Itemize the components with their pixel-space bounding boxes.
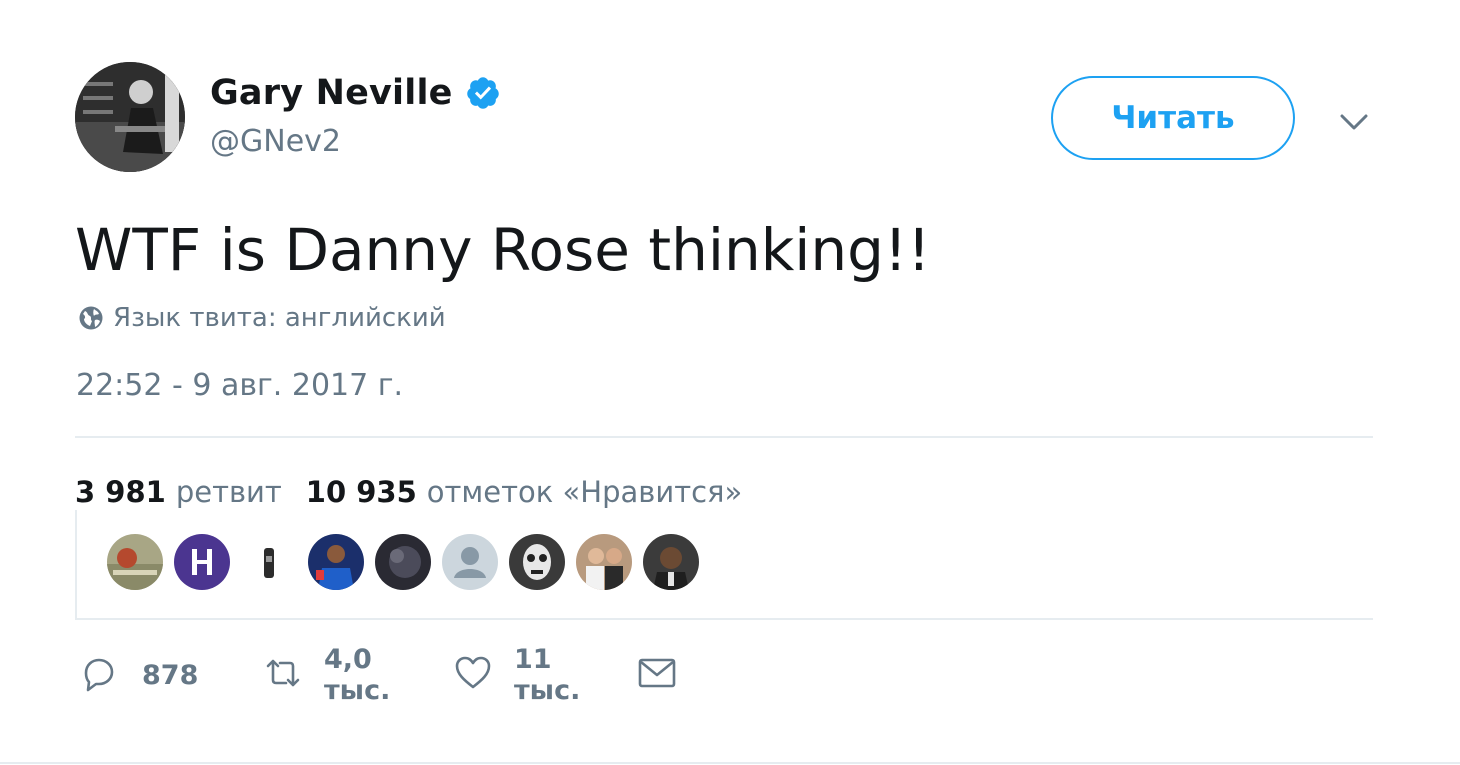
follow-button[interactable]: Читать — [1051, 76, 1295, 160]
author-name-line[interactable]: Gary Neville — [210, 70, 501, 116]
liker-avatar[interactable] — [375, 534, 431, 590]
liker-avatar[interactable] — [643, 534, 699, 590]
verified-badge-icon — [465, 75, 501, 111]
bottom-divider — [0, 762, 1460, 764]
heart-icon — [452, 652, 494, 698]
retweet-icon — [262, 652, 304, 698]
liker-avatar[interactable] — [308, 534, 364, 590]
tweet-stats: 3 981 ретвит 10 935 отметок «Нравится» — [75, 470, 742, 514]
liked-by-avatars — [75, 510, 1373, 620]
tweet-card: Gary Neville @GNev2 Читать WTF is Danny … — [0, 0, 1460, 765]
likes-stat[interactable]: 10 935 отметок «Нравится» — [306, 475, 742, 509]
liker-avatar[interactable] — [576, 534, 632, 590]
tweet-language: Язык твита: английский — [78, 300, 446, 336]
reply-icon — [78, 652, 120, 698]
reply-count: 878 — [142, 659, 199, 691]
liker-avatar[interactable] — [107, 534, 163, 590]
tweet-language-label: Язык твита: английский — [113, 303, 446, 333]
likes-label: отметок «Нравится» — [426, 475, 743, 509]
liker-avatar[interactable] — [241, 534, 297, 590]
tweet-text: WTF is Danny Rose thinking!! — [75, 216, 931, 284]
envelope-icon — [636, 652, 678, 698]
divider — [75, 436, 1373, 438]
retweets-stat[interactable]: 3 981 ретвит — [75, 475, 282, 509]
like-button[interactable]: 11 тыс. — [452, 644, 580, 706]
liker-avatar[interactable] — [174, 534, 230, 590]
chevron-down-icon[interactable] — [1336, 104, 1372, 140]
direct-message-button[interactable] — [636, 650, 678, 700]
retweet-button[interactable]: 4,0 тыс. — [262, 644, 390, 706]
reply-button[interactable]: 878 — [78, 650, 198, 700]
globe-icon — [78, 305, 104, 331]
like-count: 11 тыс. — [514, 644, 581, 706]
retweet-count: 4,0 тыс. — [324, 644, 391, 706]
author-handle[interactable]: @GNev2 — [210, 124, 341, 159]
retweets-label: ретвит — [175, 475, 282, 509]
author-avatar[interactable] — [75, 62, 185, 172]
author-display-name[interactable]: Gary Neville — [210, 73, 453, 113]
liker-avatar[interactable] — [442, 534, 498, 590]
likes-count: 10 935 — [305, 475, 417, 509]
liker-avatar[interactable] — [509, 534, 565, 590]
tweet-timestamp[interactable]: 22:52 - 9 авг. 2017 г. — [76, 368, 403, 403]
retweets-count: 3 981 — [75, 475, 166, 509]
